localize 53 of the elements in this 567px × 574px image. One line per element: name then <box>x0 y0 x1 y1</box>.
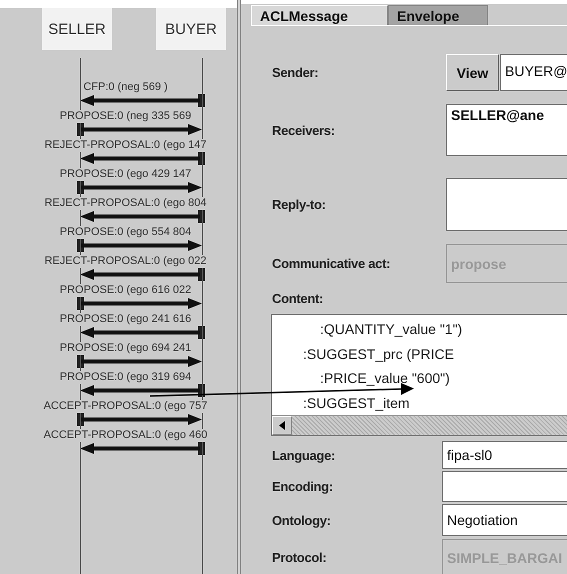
field-label: Reply-to: <box>272 197 327 212</box>
message-arrow[interactable] <box>80 94 205 107</box>
message-label: PROPOSE:0 (ego 241 616 <box>60 313 192 326</box>
input-field[interactable]: Negotiation <box>442 504 567 536</box>
message-label: PROPOSE:0 (neg 335 569 <box>60 110 192 123</box>
field-label: Content: <box>272 291 324 306</box>
field-label: Receivers: <box>272 122 336 138</box>
field-label: Protocol: <box>272 550 328 565</box>
message-label: ACCEPT-PROPOSAL:0 (ego 757 <box>44 400 208 413</box>
message-arrow[interactable] <box>77 239 202 252</box>
message-arrow[interactable] <box>77 355 202 368</box>
input-field[interactable]: fipa-sl0 <box>442 441 567 469</box>
input-field[interactable] <box>446 178 567 231</box>
content-line: :SUGGEST_item <box>302 394 411 413</box>
field-label: Encoding: <box>272 479 334 494</box>
input-field[interactable]: SELLER@ane <box>446 104 567 156</box>
field-label: Communicative act: <box>272 256 392 271</box>
message-label: PROPOSE:0 (ego 616 022 <box>60 284 192 297</box>
message-arrow[interactable] <box>80 268 205 281</box>
tab[interactable]: ACLMessage <box>251 5 388 25</box>
message-arrow[interactable] <box>80 210 205 223</box>
content-line: :PRICE_value "600") <box>319 369 451 388</box>
message-label: PROPOSE:0 (ego 554 804 <box>60 226 192 239</box>
message-arrow[interactable] <box>80 442 205 455</box>
field-label: Sender: <box>272 65 320 80</box>
content-line: :SUGGEST_prc (PRICE <box>302 344 455 364</box>
content-line: :QUANTITY_value "1") <box>319 320 464 339</box>
tab[interactable]: Envelope <box>388 5 488 25</box>
field-label: Language: <box>272 448 336 462</box>
message-label: PROPOSE:0 (ego 429 147 <box>60 168 192 181</box>
message-arrow[interactable] <box>77 297 202 310</box>
message-label: CFP:0 (neg 569 ) <box>83 81 168 94</box>
participant-box: BUYER <box>156 8 226 50</box>
sender-field[interactable]: BUYER@ <box>500 54 567 91</box>
content-area[interactable]: :QUANTITY_value "1") :SUGGEST_prc (PRICE :PRICE_value "600") :SUGGEST_item <box>271 314 567 436</box>
message-label: PROPOSE:0 (ego 319 694 <box>60 371 192 384</box>
message-arrow[interactable] <box>77 413 202 426</box>
left-triangle-icon <box>279 421 285 430</box>
message-label: REJECT-PROPOSAL:0 (ego 022 <box>44 255 206 268</box>
field-label: Ontology: <box>272 512 332 528</box>
participant-box: SELLER <box>42 8 112 50</box>
message-arrow[interactable] <box>80 384 205 397</box>
message-label: PROPOSE:0 (ego 694 241 <box>60 342 192 355</box>
view-button[interactable]: View <box>446 54 499 91</box>
message-label: REJECT-PROPOSAL:0 (ego 147 <box>44 139 206 152</box>
message-arrow[interactable] <box>80 152 205 165</box>
scroll-left-button[interactable] <box>272 416 292 435</box>
input-field[interactable] <box>442 471 567 502</box>
message-arrow[interactable] <box>77 181 202 194</box>
message-label: ACCEPT-PROPOSAL:0 (ego 460 <box>44 429 208 442</box>
message-arrow[interactable] <box>77 123 202 136</box>
message-label: REJECT-PROPOSAL:0 (ego 804 <box>44 197 206 210</box>
message-arrow[interactable] <box>80 326 205 339</box>
